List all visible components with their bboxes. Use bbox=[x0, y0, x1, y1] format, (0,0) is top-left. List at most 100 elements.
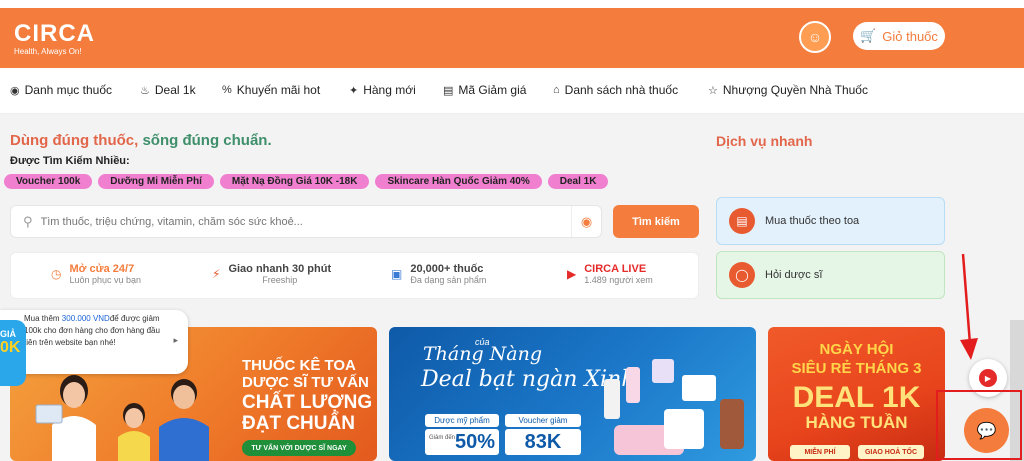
feature-sub: Luôn phục vụ bạn bbox=[69, 275, 142, 285]
nav-item-khuyen-mai-hot[interactable]: % Khuyến mãi hot bbox=[222, 83, 320, 97]
search-button[interactable]: Tìm kiếm bbox=[613, 205, 699, 238]
nav-item-ma-giam-gia[interactable]: ▤ Mã Giảm giá bbox=[443, 83, 526, 97]
cart-label: Giỏ thuốc bbox=[882, 28, 938, 44]
banner3-tag2: GIAO HOẢ TỐC bbox=[858, 445, 924, 459]
chip-skincare[interactable]: Skincare Hàn Quốc Giảm 40% bbox=[375, 174, 542, 189]
service-prescription[interactable]: ▤ Mua thuốc theo toa bbox=[716, 197, 945, 245]
lightning-icon: ⚡ bbox=[212, 267, 221, 281]
banner2-val2: 83K bbox=[505, 429, 581, 455]
banner1-line2: DƯỢC SĨ TƯ VẤN bbox=[242, 374, 369, 391]
search-icon: ⚲ bbox=[23, 213, 33, 229]
sparkle-icon: ✦ bbox=[349, 84, 359, 97]
user-account-button[interactable]: ☺ bbox=[799, 21, 831, 53]
search-input[interactable] bbox=[40, 215, 571, 228]
chevron-right-icon[interactable]: ▸ bbox=[173, 334, 178, 346]
banner2-tag2: Voucher giảm bbox=[505, 414, 581, 427]
ticket-icon: ▤ bbox=[443, 84, 454, 97]
document-icon: ▤ bbox=[729, 208, 755, 234]
logo-tagline: Health, Always On! bbox=[14, 47, 82, 56]
nav-item-danh-sach-nha-thuoc[interactable]: ⌂ Danh sách nhà thuốc bbox=[553, 83, 678, 97]
store-icon: ⌂ bbox=[553, 84, 560, 96]
flame-icon: ♨ bbox=[140, 84, 150, 97]
banner3-tag1: MIỄN PHÍ bbox=[790, 445, 850, 459]
banner2-tag1: Dược mỹ phẩm bbox=[425, 414, 499, 427]
banner1-line4: ĐẠT CHUẨN bbox=[242, 413, 355, 434]
banner3-line3: DEAL 1K bbox=[792, 381, 921, 414]
feature-sub: Đa dạng sản phẩm bbox=[410, 275, 487, 285]
feature-title: Giao nhanh 30 phút bbox=[228, 263, 332, 275]
percent-icon: % bbox=[222, 84, 232, 96]
banner3-line4: HÀNG TUẦN bbox=[805, 413, 908, 432]
feature-title: CIRCA LIVE bbox=[584, 263, 647, 275]
logo[interactable]: CIRCA Health, Always On! bbox=[14, 20, 95, 57]
nav-item-danh-muc-thuoc[interactable]: ◉ Danh mục thuốc bbox=[10, 83, 112, 97]
nav-item-deal-1k[interactable]: ♨ Deal 1k bbox=[140, 83, 196, 97]
main-nav: ◉ Danh mục thuốc ♨ Deal 1k % Khuyến mãi … bbox=[0, 68, 1024, 114]
box-icon: ▣ bbox=[391, 267, 403, 281]
banner2-val1-number: 50% bbox=[454, 430, 495, 453]
header-bar: CIRCA Health, Always On! ☺ 🛒 Giỏ thuốc bbox=[0, 8, 1024, 68]
nav-item-label: Danh mục thuốc bbox=[24, 83, 112, 97]
banner1-line1: THUỐC KÊ TOA bbox=[242, 357, 356, 374]
banner-thang-nang[interactable]: của Tháng Nàng Deal bạt ngàn Xinh Dược m… bbox=[389, 327, 756, 461]
popular-chips: Voucher 100k Dưỡng Mi Miễn Phí Mặt Nạ Đồ… bbox=[4, 174, 609, 189]
popular-label: Được Tìm Kiếm Nhiều: bbox=[10, 155, 130, 167]
service-ask-pharmacist[interactable]: ◯ Hỏi dược sĩ bbox=[716, 251, 945, 299]
handshake-icon: ☆ bbox=[708, 84, 718, 97]
nav-item-label: Deal 1k bbox=[154, 83, 196, 97]
feature-open-24-7: ◷ Mở cửa 24/7 Luôn phục vụ bạn bbox=[51, 263, 141, 285]
banner2-script1: Tháng Nàng bbox=[423, 343, 543, 365]
pill-icon: ◉ bbox=[10, 84, 20, 97]
nav-item-nhuong-quyen[interactable]: ☆ Nhượng Quyền Nhà Thuốc bbox=[708, 83, 868, 97]
nav-item-hang-moi[interactable]: ✦ Hàng mới bbox=[349, 83, 416, 97]
nav-item-label: Mã Giảm giá bbox=[458, 83, 527, 97]
nav-item-label: Khuyến mãi hot bbox=[236, 83, 321, 97]
features-bar: ◷ Mở cửa 24/7 Luôn phục vụ bạn ⚡ Giao nh… bbox=[10, 252, 699, 299]
cart-button[interactable]: 🛒 Giỏ thuốc bbox=[853, 22, 945, 50]
play-icon: ▶ bbox=[979, 369, 997, 387]
feature-sub: 1.489 người xem bbox=[584, 275, 653, 285]
promo-badge-big: 0K bbox=[0, 339, 21, 356]
promo-text-before: Mua thêm bbox=[24, 314, 62, 323]
user-icon: ☺ bbox=[807, 29, 823, 45]
promo-badge[interactable]: GIẢ 0K bbox=[0, 320, 26, 386]
chip-duong-mi[interactable]: Dưỡng Mi Miễn Phí bbox=[98, 174, 214, 189]
service-label: Mua thuốc theo toa bbox=[765, 215, 860, 227]
red-arrow-annotation bbox=[960, 253, 978, 360]
chip-voucher-100k[interactable]: Voucher 100k bbox=[4, 174, 93, 189]
nav-item-label: Hàng mới bbox=[363, 83, 416, 97]
feature-title: Mở cửa 24/7 bbox=[69, 263, 135, 275]
chat-bubble-icon: 💬 bbox=[976, 422, 997, 440]
banner3-line1: NGÀY HỘI bbox=[819, 341, 894, 358]
chip-mat-na[interactable]: Mặt Nạ Đồng Giá 10K -18K bbox=[219, 174, 370, 189]
banner3-line2: SIÊU RẺ THÁNG 3 bbox=[791, 360, 922, 377]
nav-item-label: Nhượng Quyền Nhà Thuốc bbox=[722, 83, 868, 97]
feature-sub: Freeship bbox=[262, 275, 298, 285]
promo-popup[interactable]: Mua thêm 300.000 VNDđể được giảm 100k ch… bbox=[0, 310, 188, 374]
chat-icon: ◯ bbox=[729, 262, 755, 288]
feature-title: 20,000+ thuốc bbox=[410, 263, 484, 275]
live-icon: ▶ bbox=[567, 267, 577, 281]
cosmetics-products-illustration bbox=[604, 359, 744, 455]
logo-text: CIRCA bbox=[14, 20, 95, 47]
feature-fast-delivery: ⚡ Giao nhanh 30 phút Freeship bbox=[212, 263, 331, 285]
top-strip bbox=[0, 0, 1024, 8]
feature-circa-live[interactable]: ▶ CIRCA LIVE 1.489 người xem bbox=[567, 263, 653, 285]
banner1-line3: CHẤT LƯỢNG bbox=[242, 392, 373, 413]
quick-services-title: Dịch vụ nhanh bbox=[716, 133, 813, 149]
banner2-val1-prefix: Giảm đến bbox=[429, 435, 456, 441]
hero-tagline: Dùng đúng thuốc, sống đúng chuẩn. bbox=[10, 132, 272, 149]
banner1-cta-button[interactable]: TƯ VẤN VỚI DƯỢC SĨ NGAY bbox=[242, 440, 356, 456]
cart-icon: 🛒 bbox=[860, 28, 877, 43]
banner2-val1: Giảm đến 50% bbox=[425, 429, 499, 455]
service-label: Hỏi dược sĩ bbox=[765, 269, 823, 281]
promo-amount: 300.000 VND bbox=[61, 314, 110, 323]
camera-icon[interactable]: ◉ bbox=[571, 206, 601, 237]
feature-products: ▣ 20,000+ thuốc Đa dạng sản phẩm bbox=[391, 263, 486, 285]
banner-deal-1k[interactable]: NGÀY HỘI SIÊU RẺ THÁNG 3 DEAL 1K HÀNG TU… bbox=[768, 327, 945, 461]
clock-icon: ◷ bbox=[51, 267, 62, 281]
chip-deal-1k[interactable]: Deal 1K bbox=[547, 174, 609, 189]
tagline-part2: sống đúng chuẩn. bbox=[142, 132, 272, 149]
chat-floating-button[interactable]: 💬 bbox=[964, 408, 1009, 453]
nav-item-label: Danh sách nhà thuốc bbox=[564, 83, 679, 97]
